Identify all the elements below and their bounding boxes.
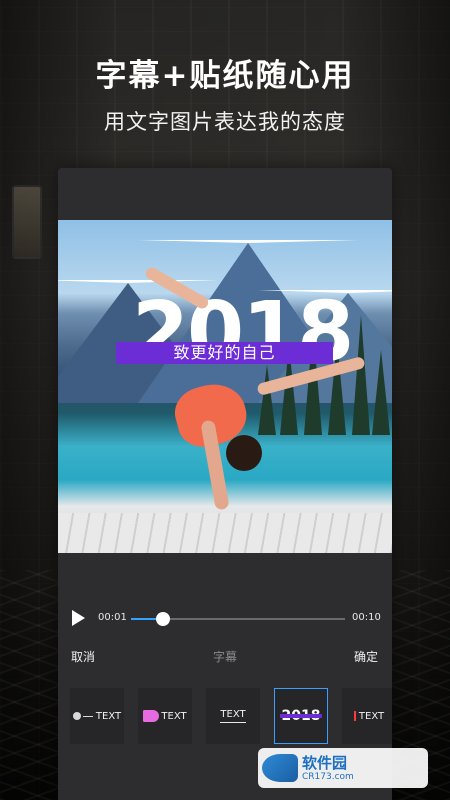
style-tile-bar-text[interactable]: TEXT <box>342 688 392 744</box>
pine-tree <box>372 350 390 435</box>
dancer-head <box>226 435 262 471</box>
bar-icon <box>353 711 356 721</box>
total-time: 00:10 <box>352 612 381 623</box>
video-preview[interactable]: 2018 致更好的自己 <box>58 220 392 553</box>
promo-subheadline: 用文字图片表达我的态度 <box>104 110 346 134</box>
play-icon[interactable] <box>72 610 85 626</box>
watermark-brand: 软件园 <box>302 753 348 772</box>
seek-handle[interactable] <box>156 612 171 626</box>
style-tile-pin-text[interactable]: TEXT <box>70 688 124 744</box>
style-tile-label: TEXT <box>358 710 385 722</box>
street-lamp <box>12 185 42 259</box>
subtitle-style-list[interactable]: TEXT TEXT TEXT 2018 TEXT <box>70 688 392 746</box>
style-tile-megaphone-text[interactable]: TEXT <box>138 688 192 744</box>
site-logo <box>262 754 298 782</box>
style-tile-label: TEXT <box>95 710 122 722</box>
site-watermark: 软件园 CR173.com <box>258 748 428 788</box>
playback-bar: 00:01 00:10 <box>58 604 392 634</box>
watermark-url: CR173.com <box>302 771 354 782</box>
megaphone-icon <box>143 710 160 722</box>
seek-track[interactable] <box>131 612 345 626</box>
line-icon <box>82 715 93 717</box>
banner-icon <box>279 714 323 718</box>
watermark-text: 软件园 CR173.com <box>302 754 354 783</box>
style-tile-year: 2018 <box>279 708 323 724</box>
action-row: 取消 字幕 确定 <box>58 648 392 668</box>
confirm-button[interactable]: 确定 <box>354 648 378 665</box>
style-tile-label: TEXT <box>161 710 187 722</box>
section-title: 字幕 <box>213 650 238 664</box>
style-tile-year-banner[interactable]: 2018 <box>274 688 328 744</box>
style-tile-underlined-text[interactable]: TEXT <box>206 688 260 744</box>
subtitle-banner[interactable]: 致更好的自己 <box>116 342 333 364</box>
pin-icon <box>72 712 81 720</box>
promo-headline: 字幕+贴纸随心用 <box>95 58 355 94</box>
current-time: 00:01 <box>98 612 127 623</box>
pine-tree <box>352 315 370 435</box>
editor-panel: 2018 致更好的自己 00:01 00:10 取消 字幕 确定 TEXT TE… <box>58 168 392 800</box>
wooden-dock <box>58 513 392 553</box>
style-tile-label: TEXT <box>220 709 246 723</box>
cancel-button[interactable]: 取消 <box>71 648 95 665</box>
